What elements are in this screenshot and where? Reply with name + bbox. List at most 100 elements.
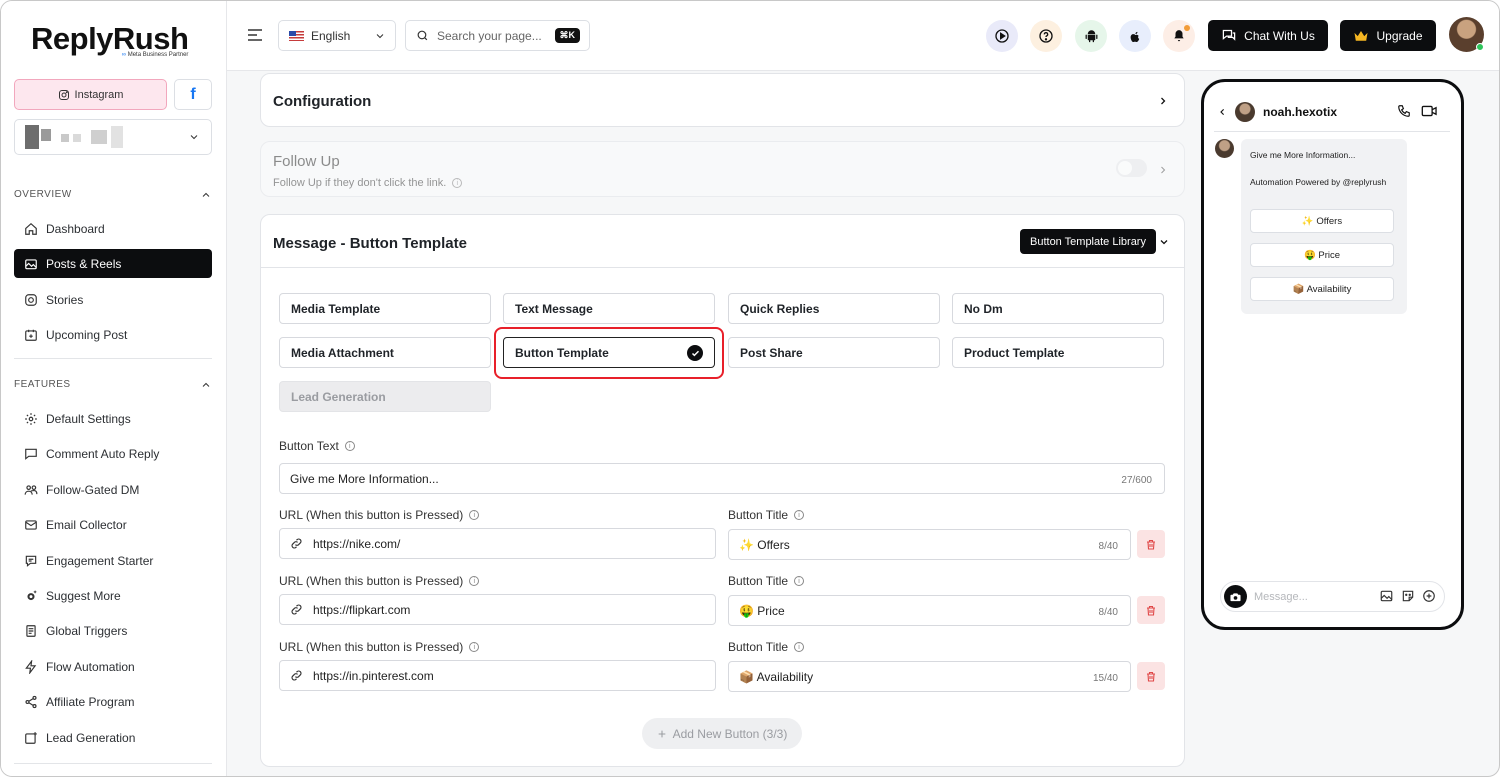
preview-message-input[interactable]: Message... <box>1220 581 1445 612</box>
notification-dot <box>1184 25 1190 31</box>
sidebar: ReplyRush ∞ Meta Business Partner Instag… <box>1 1 227 776</box>
button-title-input[interactable]: ✨ Offers 8/40 <box>728 529 1131 560</box>
template-label: Media Template <box>291 301 381 316</box>
chevron-down-icon[interactable] <box>1158 236 1170 248</box>
phone-call-icon[interactable] <box>1397 104 1411 118</box>
bolt-icon <box>25 659 37 674</box>
nav-follow-gated-dm[interactable]: Follow-Gated DM <box>14 475 212 504</box>
account-selector[interactable] <box>14 119 212 155</box>
info-icon: i <box>794 576 805 586</box>
template-option[interactable]: Quick Replies <box>728 293 940 324</box>
instagram-icon <box>58 89 69 100</box>
nav-default-settings[interactable]: Default Settings <box>14 404 212 433</box>
nav-label: Global Triggers <box>46 623 128 638</box>
instagram-button[interactable]: Instagram <box>14 79 167 110</box>
template-option[interactable]: Post Share <box>728 337 940 368</box>
follow-up-section[interactable]: Follow Up Follow Up if they don't click … <box>260 141 1185 197</box>
facebook-icon: f <box>190 85 196 103</box>
nav-engagement-starter[interactable]: Engagement Starter <box>14 546 212 575</box>
nav-flow-automation[interactable]: Flow Automation <box>14 652 212 681</box>
nav-dashboard[interactable]: Dashboard <box>14 214 212 243</box>
gallery-icon[interactable] <box>1379 589 1394 603</box>
home-icon <box>25 222 37 235</box>
chevron-down-icon <box>190 135 198 140</box>
template-option[interactable]: Media Attachment <box>279 337 491 368</box>
account-avatar <box>25 125 39 149</box>
preview-quick-button[interactable]: 📦 Availability <box>1250 277 1394 301</box>
input-value: 📦 Availability <box>739 669 814 684</box>
nav-affiliate-program[interactable]: Affiliate Program <box>14 687 212 716</box>
preview-quick-label: ✨ Offers <box>1301 215 1343 227</box>
char-counter: 8/40 <box>1098 607 1118 618</box>
info-icon: i <box>469 576 480 586</box>
facebook-button[interactable]: f <box>174 79 212 110</box>
sparkle-gear-icon <box>27 589 37 600</box>
delete-button[interactable] <box>1137 596 1165 624</box>
preview-username: noah.hexotix <box>1263 105 1338 119</box>
video-call-icon[interactable] <box>1421 104 1438 118</box>
nav-suggest-more[interactable]: Suggest More <box>14 581 212 610</box>
nav-label: Stories <box>46 292 84 307</box>
char-counter: 15/40 <box>1092 673 1118 684</box>
label-text: URL (When this button is Pressed) <box>279 508 464 522</box>
button-title-input[interactable]: 🤑 Price 8/40 <box>728 595 1131 626</box>
user-avatar[interactable] <box>1449 17 1484 52</box>
follow-up-toggle[interactable] <box>1116 159 1147 177</box>
button-text-input[interactable]: Give me More Information... 27/600 <box>279 463 1165 494</box>
add-new-button[interactable]: Add New Button (3/3) <box>642 718 802 749</box>
input-value: 🤑 Price <box>739 603 785 618</box>
overview-section-header[interactable]: OVERVIEW <box>14 189 212 201</box>
template-option[interactable]: Product Template <box>952 337 1164 368</box>
ios-app-button[interactable] <box>1119 20 1151 52</box>
url-input[interactable]: https://in.pinterest.com <box>279 660 716 691</box>
template-option[interactable]: No Dm <box>952 293 1164 324</box>
nav-label: Flow Automation <box>46 659 135 674</box>
search-shortcut: ⌘K <box>554 28 580 43</box>
language-select[interactable]: English <box>278 20 396 51</box>
document-icon <box>26 624 36 637</box>
delete-button[interactable] <box>1137 662 1165 690</box>
search-input[interactable]: Search your page... ⌘K <box>405 20 590 51</box>
button-title-input[interactable]: 📦 Availability 15/40 <box>728 661 1131 692</box>
nav-posts-reels[interactable]: Posts & Reels <box>14 249 212 278</box>
nav-upcoming-post[interactable]: Upcoming Post <box>14 320 212 349</box>
preview-quick-button[interactable]: 🤑 Price <box>1250 243 1394 267</box>
template-option[interactable]: Media Template <box>279 293 491 324</box>
preview-quick-button[interactable]: ✨ Offers <box>1250 209 1394 233</box>
nav-email-collector[interactable]: Email Collector <box>14 510 212 539</box>
nav-label: Default Settings <box>46 411 131 426</box>
add-circle-icon[interactable] <box>1422 589 1436 603</box>
chat-with-us-button[interactable]: Chat With Us <box>1208 20 1328 51</box>
url-input[interactable]: https://flipkart.com <box>279 594 716 625</box>
preview-powered-text: Automation Powered by @replyrush <box>1250 177 1387 187</box>
delete-button[interactable] <box>1137 530 1165 558</box>
back-icon[interactable] <box>1218 106 1227 118</box>
nav-lead-generation[interactable]: Lead Generation <box>14 723 212 752</box>
button-template-library-button[interactable]: Button Template Library <box>1020 229 1156 254</box>
nav-comment-auto-reply[interactable]: Comment Auto Reply <box>14 439 212 468</box>
notifications-button[interactable] <box>1163 20 1195 52</box>
help-button[interactable] <box>1030 20 1062 52</box>
template-option[interactable]: Text Message <box>503 293 715 324</box>
url-input[interactable]: https://nike.com/ <box>279 528 716 559</box>
camera-icon[interactable] <box>1224 585 1247 608</box>
account-name-blurred <box>73 134 81 142</box>
menu-toggle-icon[interactable] <box>247 28 263 42</box>
features-section-header[interactable]: FEATURES <box>14 379 212 391</box>
chevron-right-icon <box>1161 166 1166 174</box>
chat-bubbles-icon <box>1222 29 1236 41</box>
template-label: No Dm <box>964 301 1003 316</box>
sticker-icon[interactable] <box>1401 589 1415 603</box>
configuration-section[interactable]: Configuration <box>260 73 1185 127</box>
upgrade-button[interactable]: Upgrade <box>1340 20 1436 51</box>
template-label: Quick Replies <box>740 301 820 316</box>
message-title: Message - Button Template <box>273 235 467 252</box>
template-label: Lead Generation <box>291 389 386 404</box>
play-icon <box>995 29 1009 43</box>
android-app-button[interactable] <box>1075 20 1107 52</box>
nav-stories[interactable]: Stories <box>14 285 212 314</box>
nav-global-triggers[interactable]: Global Triggers <box>14 616 212 645</box>
label-text: Button Title <box>728 574 789 588</box>
tutorial-button[interactable] <box>986 20 1018 52</box>
info-icon: i <box>469 642 480 652</box>
